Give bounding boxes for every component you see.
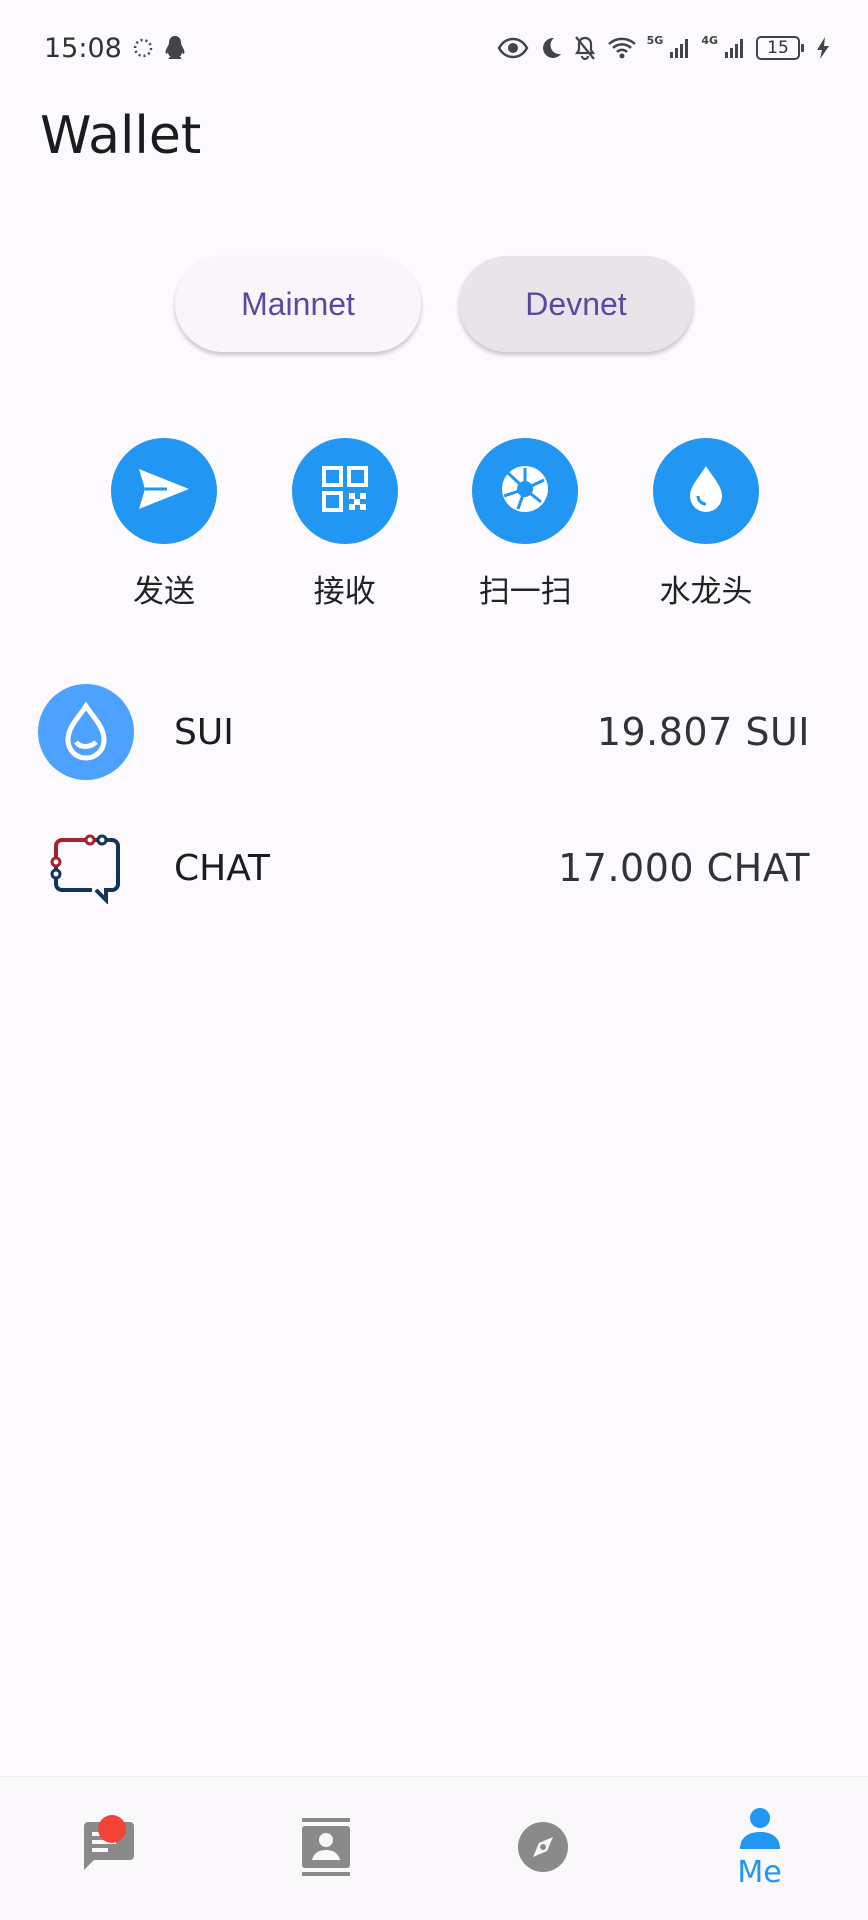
receive-label: 接收 (313, 574, 376, 610)
water-drop-icon (686, 464, 726, 518)
person-icon (738, 1807, 782, 1853)
chat-logo-icon (38, 820, 134, 916)
charging-bolt-icon (816, 36, 830, 60)
send-button[interactable] (111, 438, 217, 544)
nav-item-discover[interactable] (434, 1777, 651, 1920)
camera-shutter-icon (500, 464, 550, 518)
wifi-icon (607, 36, 637, 60)
qr-code-icon (321, 466, 368, 516)
status-left: 15:08 (44, 33, 186, 64)
page-title: Wallet (40, 106, 202, 166)
status-time: 15:08 (44, 32, 122, 64)
receive-button[interactable] (291, 438, 398, 544)
nav-item-contacts[interactable] (217, 1777, 434, 1920)
eye-icon (497, 37, 529, 59)
signal-strength-icon (669, 37, 691, 59)
battery-icon: 15 (756, 36, 804, 60)
nav-item-me[interactable]: Me (651, 1777, 868, 1920)
faucet-action[interactable]: 水龙头 (652, 438, 760, 611)
faucet-label: 水龙头 (659, 574, 753, 610)
send-icon (137, 467, 191, 515)
signal-strength-icon (724, 37, 746, 59)
qq-penguin-icon (164, 35, 186, 61)
nav-item-chats[interactable] (0, 1777, 217, 1920)
loading-indicator-icon (132, 37, 154, 59)
devnet-button[interactable]: Devnet (459, 256, 693, 352)
send-label: 发送 (133, 574, 195, 610)
token-name: CHAT (174, 847, 271, 889)
compass-icon (517, 1821, 569, 1877)
contacts-icon (300, 1817, 352, 1880)
bottom-navigation: Me (0, 1776, 868, 1920)
scan-label: 扫一扫 (478, 574, 572, 610)
faucet-button[interactable] (652, 438, 759, 544)
scan-button[interactable] (472, 438, 579, 544)
moon-icon (539, 36, 563, 60)
token-list: SUI 19.807 SUI CHAT 17.000 CHAT (0, 664, 868, 936)
mainnet-button[interactable]: Mainnet (175, 256, 421, 352)
network-4g-label: 4G (701, 33, 718, 47)
token-name: SUI (174, 711, 234, 753)
token-balance: 19.807 SUI (596, 710, 810, 754)
network-5g-label: 5G (646, 33, 664, 47)
token-balance: 17.000 CHAT (558, 846, 810, 890)
token-row-sui[interactable]: SUI 19.807 SUI (0, 664, 868, 800)
send-action[interactable]: 发送 (110, 438, 218, 611)
token-row-chat[interactable]: CHAT 17.000 CHAT (0, 800, 868, 936)
battery-level: 15 (767, 38, 789, 58)
wallet-actions: 发送 接收 扫一扫 水龙头 (110, 438, 760, 611)
notification-badge (98, 1815, 126, 1843)
sui-logo-icon (38, 684, 134, 780)
bell-off-icon (573, 35, 597, 61)
nav-label-me: Me (737, 1855, 782, 1890)
status-right: 5G 4G 15 (497, 33, 830, 61)
scan-action[interactable]: 扫一扫 (471, 438, 579, 611)
status-bar: 15:08 5G 4G 15 (0, 0, 868, 96)
network-selector: Mainnet Devnet (0, 256, 868, 352)
receive-action[interactable]: 接收 (291, 438, 399, 611)
